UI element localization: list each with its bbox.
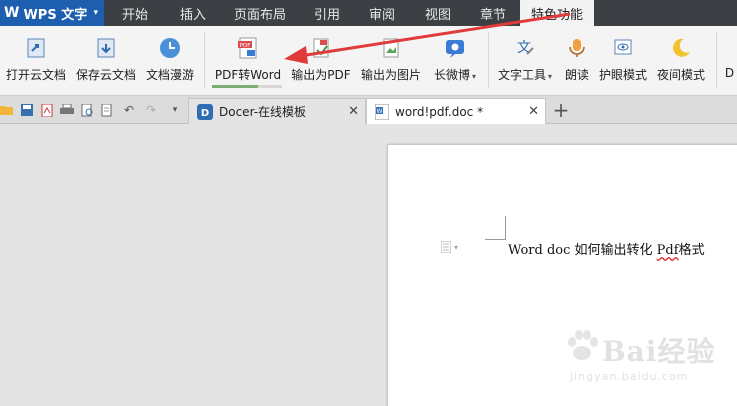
ribbon-separator [204, 32, 205, 88]
menu-tab-page-layout[interactable]: 页面布局 [220, 0, 300, 26]
pdf-to-word-icon: PDF [234, 34, 262, 62]
read-aloud-button[interactable]: 朗读 [560, 30, 594, 90]
save-cloud-doc-icon [92, 34, 120, 62]
chevron-down-icon[interactable]: ▾ [168, 102, 182, 118]
open-folder-icon[interactable] [0, 102, 14, 118]
print-icon[interactable] [60, 102, 74, 118]
margin-marker [485, 216, 506, 240]
chevron-down-icon: ▾ [93, 8, 98, 18]
add-tab-button[interactable]: + [552, 100, 570, 120]
paw-logo-icon [568, 330, 598, 360]
svg-text:PDF: PDF [240, 43, 251, 49]
ribbon-separator [488, 32, 489, 88]
svg-text:W: W [377, 108, 383, 115]
doc-roam-button[interactable]: 文档漫游 [142, 30, 198, 90]
wps-logo-icon: W [4, 5, 20, 21]
night-mode-button[interactable]: 夜间模式 [654, 30, 708, 90]
save-cloud-doc-button[interactable]: 保存云文档 [74, 30, 138, 90]
document-tab-strip: ↶ ↷ ▾ D Docer-在线模板 ✕ W word!pdf.doc * ✕ [0, 96, 737, 124]
tab-word-pdf-doc[interactable]: W word!pdf.doc * ✕ [366, 98, 546, 124]
save-icon[interactable] [20, 102, 34, 118]
tab-doc-label: word!pdf.doc * [395, 104, 484, 119]
export-pdf-button[interactable]: 输出为PDF [288, 30, 354, 90]
open-cloud-doc-icon [22, 34, 50, 62]
watermark-brand: Bai经验 [602, 335, 716, 368]
watermark-url: jingyan.baidu.com [570, 370, 689, 383]
long-weibo-button[interactable]: 长微博 ▾ [428, 30, 482, 90]
close-icon[interactable]: ✕ [348, 104, 359, 119]
progress-fill [212, 85, 258, 88]
docer-button[interactable]: D [722, 30, 737, 90]
cloud-clock-icon [156, 34, 184, 62]
microphone-icon [563, 34, 591, 62]
menu-tab-special-features[interactable]: 特色功能 [520, 0, 594, 26]
svg-text:文: 文 [517, 40, 531, 56]
long-weibo-icon [441, 34, 469, 62]
tab-docer-label: Docer-在线模板 [219, 105, 307, 119]
menu-tab-section[interactable]: 章节 [466, 0, 520, 26]
close-icon[interactable]: ✕ [528, 104, 539, 119]
undo-icon[interactable]: ↶ [122, 102, 136, 118]
eye-protection-icon [609, 34, 637, 62]
export-pdf-icon [307, 34, 335, 62]
document-text-line[interactable]: Word doc 如何输出转化 Pdf格式 [508, 239, 705, 258]
export-pdf-quick-icon[interactable] [40, 102, 54, 118]
word-doc-icon: W [375, 103, 389, 120]
menu-tab-insert[interactable]: 插入 [166, 0, 220, 26]
menu-tab-references[interactable]: 引用 [300, 0, 354, 26]
app-menu-button[interactable]: W WPS 文字 ▾ [0, 0, 104, 26]
export-image-icon [377, 34, 405, 62]
chevron-down-icon: ▾ [472, 72, 477, 81]
ribbon-toolbar: 打开云文档 保存云文档 文档漫游 PDF PDF转Word 输出为PDF 输出为… [0, 26, 737, 96]
menu-tab-home[interactable]: 开始 [104, 0, 166, 26]
text-tools-icon: 文 [511, 34, 539, 62]
ribbon-separator [716, 32, 717, 88]
menu-tab-review[interactable]: 审阅 [354, 0, 410, 26]
redo-icon[interactable]: ↷ [144, 102, 158, 118]
spelling-error: Pdf [656, 243, 679, 258]
text-tools-button[interactable]: 文 文字工具 ▾ [494, 30, 556, 90]
pdf-to-word-button[interactable]: PDF PDF转Word [212, 30, 284, 90]
page-preview-icon[interactable] [100, 102, 114, 118]
app-name: WPS 文字 [23, 7, 88, 23]
menu-tab-view[interactable]: 视图 [410, 0, 466, 26]
export-image-button[interactable]: 输出为图片 [358, 30, 424, 90]
docer-icon: D [197, 103, 213, 120]
pdf-to-word-progress-bar [212, 85, 282, 88]
tab-docer-templates[interactable]: D Docer-在线模板 ✕ [188, 98, 366, 124]
print-preview-icon[interactable] [80, 102, 94, 118]
watermark: Bai经验 jingyan.baidu.com [560, 322, 735, 402]
moon-icon [667, 34, 695, 62]
svg-text:D: D [201, 108, 209, 119]
eye-mode-button[interactable]: 护眼模式 [598, 30, 648, 90]
paragraph-options-icon[interactable]: ▾ [441, 241, 458, 253]
menu-bar: W WPS 文字 ▾ 开始 插入 页面布局 引用 审阅 视图 章节 特色功能 [0, 0, 737, 26]
chevron-down-icon: ▾ [548, 72, 553, 81]
open-cloud-doc-button[interactable]: 打开云文档 [4, 30, 68, 90]
